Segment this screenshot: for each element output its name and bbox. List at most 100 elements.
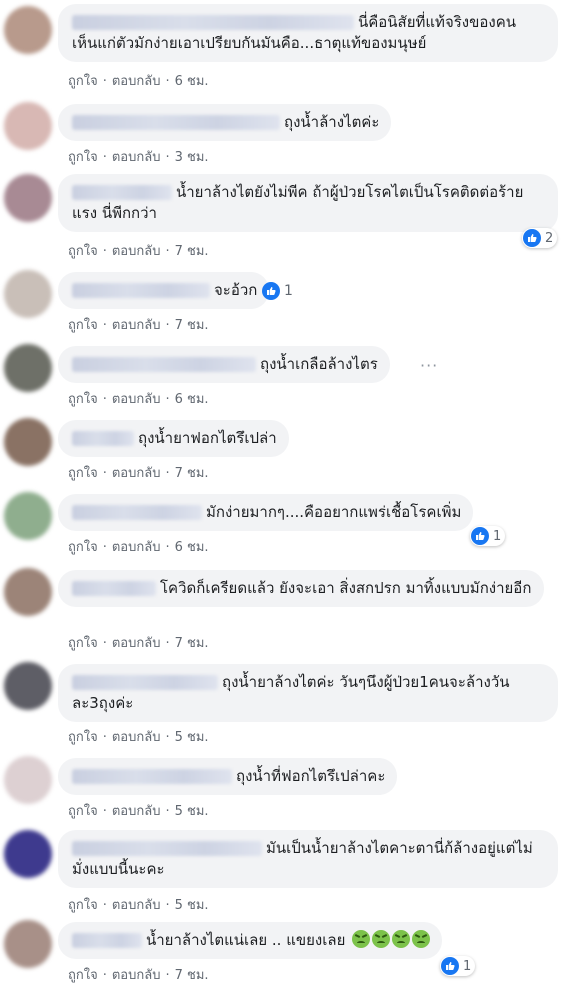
reaction-count[interactable]: 1: [440, 956, 476, 976]
comment-timestamp[interactable]: 6 ชม.: [175, 74, 209, 89]
comment-bubble: ถุงน้ำล้างไตค่ะ: [58, 104, 392, 141]
commenter-name-redacted[interactable]: [72, 933, 142, 948]
avatar[interactable]: [4, 102, 52, 150]
reaction-number: 1: [284, 283, 293, 299]
comment-bubble: มักง่ายมากๆ....คืออยากแพร่เชื้อโรคเพิ่ม: [58, 494, 474, 531]
avatar[interactable]: [4, 174, 52, 222]
avatar[interactable]: [4, 270, 52, 318]
comment-actions: ถูกใจ · ตอบกลับ · 5 ชม.: [68, 898, 209, 913]
comment-timestamp[interactable]: 7 ชม.: [175, 968, 209, 983]
reply-link[interactable]: ตอบกลับ: [112, 968, 161, 983]
avatar[interactable]: [4, 6, 52, 54]
like-icon: [471, 527, 489, 545]
comment-text: มักง่ายมากๆ....คืออยากแพร่เชื้อโรคเพิ่ม: [206, 503, 462, 521]
comment-text: จะอ้วก: [214, 281, 258, 299]
avatar[interactable]: [4, 492, 52, 540]
comment-timestamp[interactable]: 3 ชม.: [175, 150, 209, 165]
reaction-count[interactable]: 1: [470, 526, 506, 546]
reply-link[interactable]: ตอบกลับ: [112, 730, 161, 745]
commenter-name-redacted[interactable]: [72, 115, 280, 130]
reaction-number: 1: [463, 958, 472, 974]
commenter-name-redacted[interactable]: [72, 431, 134, 446]
commenter-name-redacted[interactable]: [72, 841, 262, 856]
commenter-name-redacted[interactable]: [72, 769, 232, 784]
comment-timestamp[interactable]: 6 ชม.: [175, 392, 209, 407]
like-link[interactable]: ถูกใจ: [68, 74, 98, 89]
comment-text: น้ำยาล้างไตแน่เลย .. แขยงเลย: [146, 931, 346, 949]
reply-link[interactable]: ตอบกลับ: [112, 244, 161, 259]
comment-timestamp[interactable]: 7 ชม.: [175, 244, 209, 259]
comment-text: ถุงน้ำล้างไตค่ะ: [284, 113, 380, 131]
comment-bubble: ถุงน้ำที่ฟอกไตรึเปล่าคะ: [58, 758, 398, 795]
like-link[interactable]: ถูกใจ: [68, 730, 98, 745]
like-link[interactable]: ถูกใจ: [68, 968, 98, 983]
comment-actions: ถูกใจ · ตอบกลับ · 7 ชม.: [68, 466, 209, 481]
reply-link[interactable]: ตอบกลับ: [112, 636, 161, 651]
like-link[interactable]: ถูกใจ: [68, 466, 98, 481]
reaction-number: 2: [545, 230, 554, 246]
comment-actions: ถูกใจ · ตอบกลับ · 3 ชม.: [68, 150, 209, 165]
comment-text: ถุงน้ำยาฟอกไตรึเปล่า: [138, 429, 277, 447]
like-icon: [523, 229, 541, 247]
comment-bubble: น้ำยาล้างไตแน่เลย .. แขยงเลย: [58, 922, 443, 959]
comment-text: ถุงน้ำที่ฟอกไตรึเปล่าคะ: [236, 767, 386, 785]
avatar[interactable]: [4, 344, 52, 392]
avatar[interactable]: [4, 756, 52, 804]
comment-timestamp[interactable]: 7 ชม.: [175, 318, 209, 333]
comment-thread: นี่คือนิสัยที่แท้จริงของคน เห็นแก่ตัวมัก…: [0, 0, 578, 1000]
like-link[interactable]: ถูกใจ: [68, 150, 98, 165]
avatar[interactable]: [4, 568, 52, 616]
comment-actions: ถูกใจ · ตอบกลับ · 7 ชม.: [68, 244, 209, 259]
like-icon: [441, 957, 459, 975]
comment-timestamp[interactable]: 5 ชม.: [175, 898, 209, 913]
comment-bubble: ถุงน้ำยาฟอกไตรึเปล่า: [58, 420, 289, 457]
commenter-name-redacted[interactable]: [72, 505, 202, 520]
comment-text: โควิดก็เครียดแล้ว ยังจะเอา สิ่งสกปรก มาท…: [160, 579, 532, 597]
avatar[interactable]: [4, 830, 52, 878]
like-link[interactable]: ถูกใจ: [68, 540, 98, 555]
comment-actions: ถูกใจ · ตอบกลับ · 5 ชม.: [68, 804, 209, 819]
reaction-number: 1: [493, 528, 502, 544]
reply-link[interactable]: ตอบกลับ: [112, 150, 161, 165]
comment-timestamp[interactable]: 5 ชม.: [175, 804, 209, 819]
commenter-name-redacted[interactable]: [72, 15, 354, 30]
avatar[interactable]: [4, 418, 52, 466]
commenter-name-redacted[interactable]: [72, 185, 172, 200]
nauseated-face-icon: [412, 930, 431, 948]
avatar[interactable]: [4, 662, 52, 710]
like-link[interactable]: ถูกใจ: [68, 804, 98, 819]
commenter-name-redacted[interactable]: [72, 357, 256, 372]
nauseated-face-icon: [372, 930, 391, 948]
like-link[interactable]: ถูกใจ: [68, 898, 98, 913]
reply-link[interactable]: ตอบกลับ: [112, 74, 161, 89]
reaction-count[interactable]: 2: [522, 228, 558, 248]
comment-actions: ถูกใจ · ตอบกลับ · 6 ชม.: [68, 540, 209, 555]
reply-link[interactable]: ตอบกลับ: [112, 466, 161, 481]
commenter-name-redacted[interactable]: [72, 675, 218, 690]
like-link[interactable]: ถูกใจ: [68, 318, 98, 333]
comment-bubble: น้ำยาล้างไตยังไม่พีค ถ้าผู้ป่วยโรคไตเป็น…: [58, 174, 558, 232]
avatar[interactable]: [4, 920, 52, 968]
commenter-name-redacted[interactable]: [72, 283, 210, 298]
comment-timestamp[interactable]: 5 ชม.: [175, 730, 209, 745]
comment-actions: ถูกใจ · ตอบกลับ · 7 ชม.: [68, 968, 209, 983]
reply-link[interactable]: ตอบกลับ: [112, 392, 161, 407]
more-options-icon[interactable]: ···: [420, 356, 438, 375]
commenter-name-redacted[interactable]: [72, 581, 156, 596]
reply-link[interactable]: ตอบกลับ: [112, 898, 161, 913]
reply-link[interactable]: ตอบกลับ: [112, 318, 161, 333]
like-link[interactable]: ถูกใจ: [68, 392, 98, 407]
comment-actions: ถูกใจ · ตอบกลับ · 7 ชม.: [68, 636, 209, 651]
nauseated-face-icon: [392, 930, 411, 948]
comment-actions: ถูกใจ · ตอบกลับ · 7 ชม.: [68, 318, 209, 333]
like-link[interactable]: ถูกใจ: [68, 244, 98, 259]
comment-actions: ถูกใจ · ตอบกลับ · 6 ชม.: [68, 74, 209, 89]
reply-link[interactable]: ตอบกลับ: [112, 804, 161, 819]
like-link[interactable]: ถูกใจ: [68, 636, 98, 651]
reaction-count[interactable]: 1: [262, 282, 293, 300]
comment-timestamp[interactable]: 7 ชม.: [175, 466, 209, 481]
comment-timestamp[interactable]: 7 ชม.: [175, 636, 209, 651]
comment-timestamp[interactable]: 6 ชม.: [175, 540, 209, 555]
reply-link[interactable]: ตอบกลับ: [112, 540, 161, 555]
comment-actions: ถูกใจ · ตอบกลับ · 6 ชม.: [68, 392, 209, 407]
